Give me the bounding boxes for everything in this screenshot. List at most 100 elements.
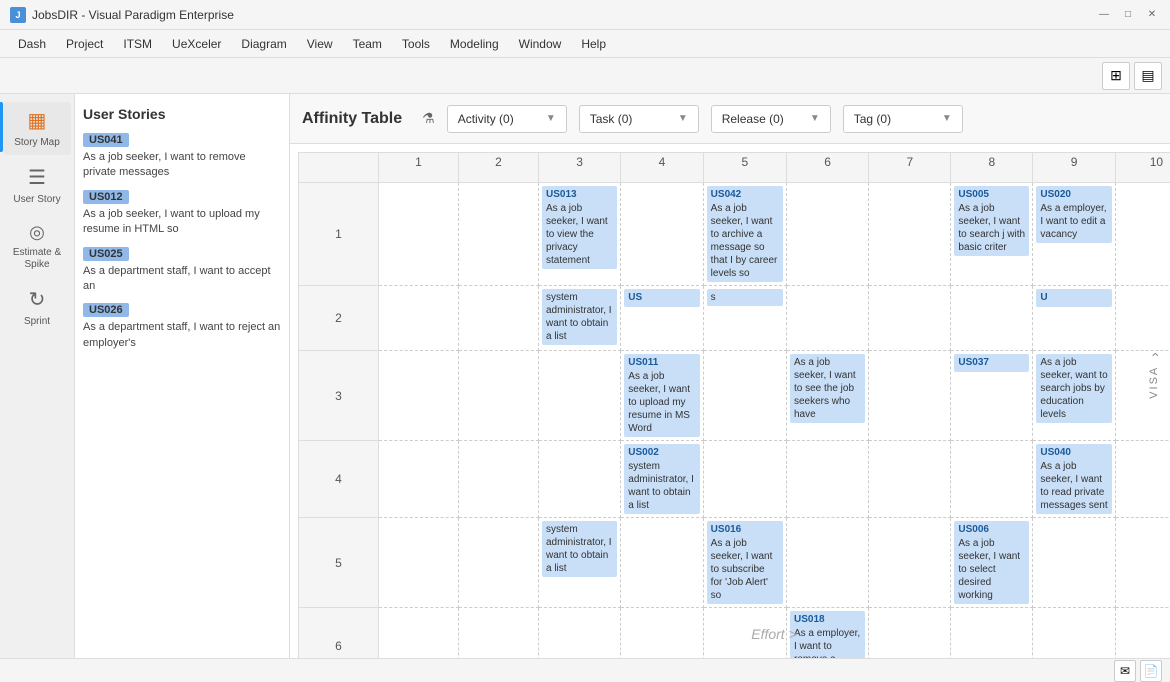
menu-uexceler[interactable]: UeXceler — [162, 33, 231, 55]
menu-tools[interactable]: Tools — [392, 33, 440, 55]
grid-card-us020[interactable]: US020 As a employer, I want to edit a va… — [1036, 186, 1111, 243]
cell-1-1[interactable] — [379, 183, 459, 286]
cell-4-8[interactable] — [951, 441, 1033, 518]
cell-4-1[interactable] — [379, 441, 459, 518]
cell-3-8[interactable]: US037 — [951, 351, 1033, 441]
grid-cell-2-5[interactable]: s — [707, 289, 783, 306]
grid-card-us037[interactable]: US037 — [954, 354, 1029, 372]
cell-1-2[interactable] — [459, 183, 539, 286]
menu-project[interactable]: Project — [56, 33, 113, 55]
sidebar-item-estimate[interactable]: ◎ Estimate & Spike — [3, 216, 71, 277]
menu-modeling[interactable]: Modeling — [440, 33, 509, 55]
cell-3-2[interactable] — [459, 351, 539, 441]
grid-card-us011[interactable]: US011 As a job seeker, I want to upload … — [624, 354, 699, 437]
cell-3-3[interactable] — [539, 351, 621, 441]
grid-card-us016[interactable]: US016 As a job seeker, I want to subscri… — [707, 521, 783, 604]
cell-6-2[interactable] — [459, 608, 539, 659]
grid-card-search-edu[interactable]: As a job seeker, want to search jobs by … — [1036, 354, 1111, 423]
grid-container[interactable]: 1 2 3 4 5 6 7 8 9 10 1 — [290, 144, 1170, 658]
menu-view[interactable]: View — [297, 33, 343, 55]
cell-5-7[interactable] — [869, 518, 951, 608]
grid-card-us042[interactable]: US042 As a job seeker, I want to archive… — [707, 186, 783, 282]
menu-dash[interactable]: Dash — [8, 33, 56, 55]
cell-5-10[interactable] — [1115, 518, 1170, 608]
cell-3-4[interactable]: US011 As a job seeker, I want to upload … — [621, 351, 703, 441]
cell-2-8[interactable] — [951, 286, 1033, 351]
cell-2-6[interactable] — [786, 286, 868, 351]
story-id-us041[interactable]: US041 — [83, 133, 129, 147]
cell-5-1[interactable] — [379, 518, 459, 608]
grid-card-u-2-9[interactable]: U — [1036, 289, 1111, 307]
cell-5-2[interactable] — [459, 518, 539, 608]
cell-5-3[interactable]: system administrator, I want to obtain a… — [539, 518, 621, 608]
close-button[interactable]: ✕ — [1144, 7, 1160, 23]
toolbar-list-btn[interactable]: ▤ — [1134, 62, 1162, 90]
cell-1-3[interactable]: US013 As a job seeker, I want to view th… — [539, 183, 621, 286]
cell-4-9[interactable]: US040 As a job seeker, I want to read pr… — [1033, 441, 1115, 518]
cell-5-5[interactable]: US016 As a job seeker, I want to subscri… — [703, 518, 786, 608]
menu-team[interactable]: Team — [343, 33, 392, 55]
release-dropdown[interactable]: Release (0) ▼ — [711, 105, 831, 133]
cell-3-9[interactable]: As a job seeker, want to search jobs by … — [1033, 351, 1115, 441]
cell-1-5[interactable]: US042 As a job seeker, I want to archive… — [703, 183, 786, 286]
cell-2-9[interactable]: U — [1033, 286, 1115, 351]
menu-itsm[interactable]: ITSM — [113, 33, 162, 55]
grid-cell-2-3-text[interactable]: system administrator, I want to obtain a… — [542, 289, 617, 345]
grid-card-us013[interactable]: US013 As a job seeker, I want to view th… — [542, 186, 617, 269]
grid-card-us-job-3-6[interactable]: As a job seeker, I want to see the job s… — [790, 354, 865, 423]
story-id-us026[interactable]: US026 — [83, 303, 129, 317]
cell-6-3[interactable] — [539, 608, 621, 659]
cell-2-3[interactable]: system administrator, I want to obtain a… — [539, 286, 621, 351]
cell-6-6[interactable]: US018 As a employer, I want to remove a … — [786, 608, 868, 659]
grid-card-us002[interactable]: US002 system administrator, I want to ob… — [624, 444, 699, 514]
grid-card-sys-5[interactable]: system administrator, I want to obtain a… — [542, 521, 617, 577]
grid-card-us006[interactable]: US006 As a job seeker, I want to select … — [954, 521, 1029, 604]
statusbar-mail-btn[interactable]: ✉ — [1114, 660, 1136, 682]
cell-6-9[interactable] — [1033, 608, 1115, 659]
cell-1-8[interactable]: US005 As a job seeker, I want to search … — [951, 183, 1033, 286]
cell-3-5[interactable] — [703, 351, 786, 441]
cell-4-2[interactable] — [459, 441, 539, 518]
sidebar-item-storymap[interactable]: ▦ Story Map — [3, 102, 71, 155]
story-id-us025[interactable]: US025 — [83, 247, 129, 261]
grid-card-us040[interactable]: US040 As a job seeker, I want to read pr… — [1036, 444, 1111, 514]
cell-2-7[interactable] — [869, 286, 951, 351]
cell-2-1[interactable] — [379, 286, 459, 351]
cell-3-7[interactable] — [869, 351, 951, 441]
maximize-button[interactable]: □ — [1120, 7, 1136, 23]
cell-5-4[interactable] — [621, 518, 703, 608]
cell-4-4[interactable]: US002 system administrator, I want to ob… — [621, 441, 703, 518]
minimize-button[interactable]: — — [1096, 7, 1112, 23]
menu-help[interactable]: Help — [571, 33, 616, 55]
tag-dropdown[interactable]: Tag (0) ▼ — [843, 105, 963, 133]
cell-4-5[interactable] — [703, 441, 786, 518]
cell-6-1[interactable] — [379, 608, 459, 659]
cell-2-4[interactable]: US — [621, 286, 703, 351]
cell-3-1[interactable] — [379, 351, 459, 441]
cell-6-8[interactable] — [951, 608, 1033, 659]
cell-5-8[interactable]: US006 As a job seeker, I want to select … — [951, 518, 1033, 608]
task-dropdown[interactable]: Task (0) ▼ — [579, 105, 699, 133]
cell-6-10[interactable] — [1115, 608, 1170, 659]
activity-dropdown[interactable]: Activity (0) ▼ — [447, 105, 567, 133]
cell-1-9[interactable]: US020 As a employer, I want to edit a va… — [1033, 183, 1115, 286]
cell-4-10[interactable] — [1115, 441, 1170, 518]
cell-4-6[interactable] — [786, 441, 868, 518]
filter-icon[interactable]: ⚗ — [422, 110, 435, 127]
cell-6-4[interactable] — [621, 608, 703, 659]
cell-4-7[interactable] — [869, 441, 951, 518]
cell-1-10[interactable] — [1115, 183, 1170, 286]
sidebar-item-userstory[interactable]: ☰ User Story — [3, 159, 71, 212]
cell-5-9[interactable] — [1033, 518, 1115, 608]
cell-2-5[interactable]: s — [703, 286, 786, 351]
cell-5-6[interactable] — [786, 518, 868, 608]
cell-4-3[interactable] — [539, 441, 621, 518]
cell-1-6[interactable] — [786, 183, 868, 286]
story-id-us012[interactable]: US012 — [83, 190, 129, 204]
cell-2-2[interactable] — [459, 286, 539, 351]
grid-card-us018[interactable]: US018 As a employer, I want to remove a … — [790, 611, 865, 658]
statusbar-file-btn[interactable]: 📄 — [1140, 660, 1162, 682]
grid-card-us-anon[interactable]: US — [624, 289, 699, 307]
cell-1-4[interactable] — [621, 183, 703, 286]
cell-6-7[interactable] — [869, 608, 951, 659]
